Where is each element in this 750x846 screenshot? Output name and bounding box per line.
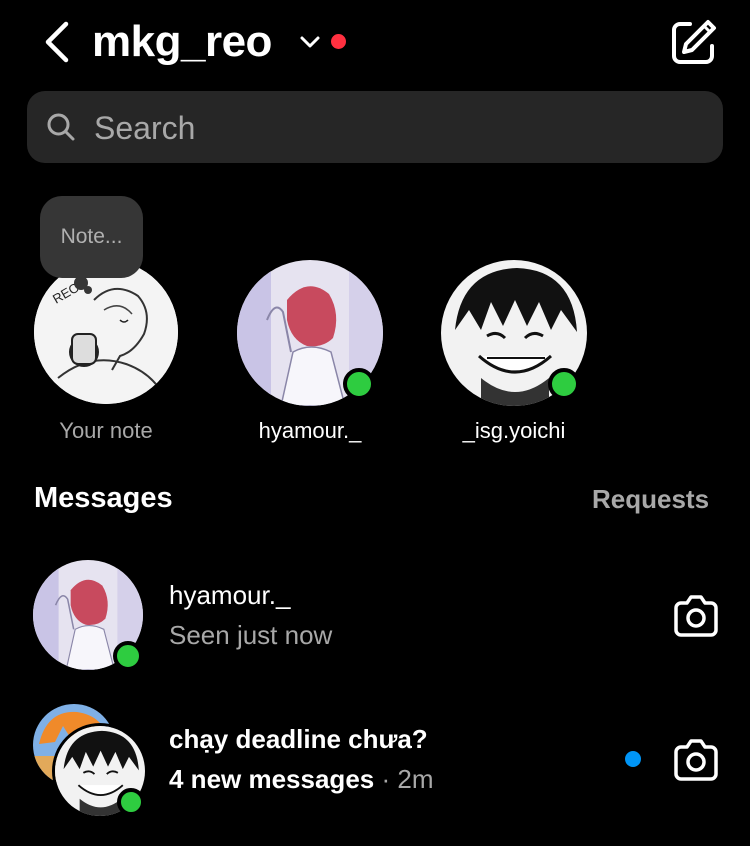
your-note-label: Your note [59,418,153,443]
thread-status: Seen just now [169,620,333,650]
note-bubble-tail-small [84,286,92,294]
account-username[interactable]: mkg_reo [92,14,272,70]
thread-name: chạy deadline chưa? [169,724,428,754]
your-note-avatar[interactable]: REO [34,260,178,404]
chevron-down-icon[interactable] [298,30,322,54]
online-indicator [117,788,145,816]
sketch-avatar-image: REO [34,260,178,404]
online-indicator [343,368,375,400]
search-icon [47,113,75,141]
notification-dot [331,34,346,49]
back-chevron-icon[interactable] [40,20,74,64]
new-messages-count: 4 new messages [169,764,375,794]
thread-status: 4 new messages · 2m [169,764,434,795]
note-bubble[interactable]: Note... [40,196,143,278]
compose-icon[interactable] [670,18,718,66]
note-bubble-text: Note... [60,225,123,248]
thread-name: hyamour._ [169,580,291,610]
search-input[interactable] [92,106,696,150]
messages-heading: Messages [34,482,173,514]
unread-dot [625,751,641,767]
note-label-isg-yoichi: _isg.yoichi [462,418,566,443]
camera-icon[interactable] [672,594,720,638]
online-indicator [548,368,580,400]
camera-icon[interactable] [672,738,720,782]
note-label-hyamour: hyamour._ [258,418,362,443]
thread-time: 2m [397,764,434,794]
online-indicator [113,641,143,671]
separator: · [381,764,391,794]
requests-link[interactable]: Requests [592,484,709,515]
